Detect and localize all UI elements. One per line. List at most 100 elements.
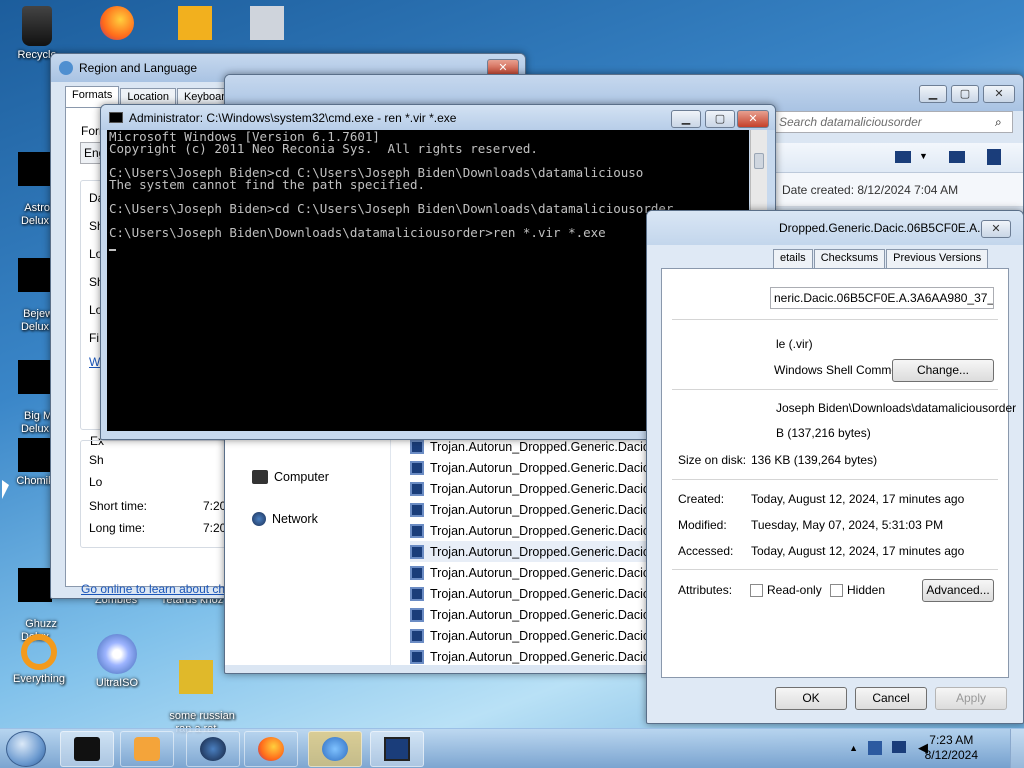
clock[interactable]: 7:23 AM 8/12/2024 — [925, 733, 978, 763]
show-desktop-button[interactable] — [1010, 729, 1024, 768]
tab-checksums[interactable]: Checksums — [813, 249, 886, 268]
file-icon — [410, 523, 424, 538]
file-icon — [410, 502, 424, 517]
file-list-item[interactable]: Trojan.Autorun_Dropped.Generic.Dacic.0 — [410, 562, 660, 583]
tab-previous-versions[interactable]: Previous Versions — [886, 249, 989, 268]
taskbar-firefox-button[interactable] — [244, 731, 298, 767]
size-value: B (137,216 bytes) — [776, 426, 871, 440]
windows-desktop-icon[interactable] — [232, 6, 302, 43]
taskbar-region-button[interactable] — [308, 731, 362, 767]
cancel-button[interactable]: Cancel — [855, 687, 927, 710]
advanced-button[interactable]: Advanced... — [922, 579, 994, 602]
tray-app-icon[interactable] — [868, 741, 882, 755]
recycle-bin-icon-image — [22, 6, 52, 46]
file-list-item[interactable]: Trojan.Autorun_Dropped.Generic.Dacic.0 — [410, 499, 660, 520]
scrollbar-thumb[interactable] — [754, 153, 764, 169]
tray-expand-icon[interactable]: ▲ — [849, 743, 858, 753]
close-button[interactable]: ✕ — [981, 220, 1011, 238]
type-value: le (.vir) — [776, 337, 813, 351]
file-list-item[interactable]: Trojan.Autorun_Dropped.Generic.Dacic.0 — [410, 541, 660, 562]
general-panel: neric.Dacic.06B5CF0E.A.3A6AA980_37_1.vir… — [661, 268, 1016, 678]
filename-field[interactable]: neric.Dacic.06B5CF0E.A.3A6AA980_37_1.vir — [770, 287, 994, 309]
file-name: Trojan.Autorun_Dropped.Generic.Dacic.0 — [430, 502, 660, 517]
network-tray-icon[interactable] — [892, 741, 906, 753]
help-icon[interactable] — [987, 149, 1001, 165]
arrows-desktop-icon[interactable] — [160, 6, 230, 43]
file-list-item[interactable]: Trojan.Autorun_Dropped.Generic.Dacic.0 — [410, 625, 660, 646]
windows-stack-icon — [250, 6, 284, 40]
minimize-button[interactable]: ▁ — [671, 110, 701, 128]
change-button[interactable]: Change... — [892, 359, 994, 382]
nav-item-network[interactable]: Network — [252, 512, 318, 526]
file-list-item[interactable]: Trojan.Autorun_Dropped.Generic.Dacic.0 — [410, 646, 660, 667]
file-name: Trojan.Autorun_Dropped.Generic.Dacic.0 — [430, 628, 660, 643]
close-button[interactable]: ✕ — [983, 85, 1015, 103]
view-icon[interactable] — [895, 151, 911, 163]
properties-title-bar[interactable]: Dropped.Generic.Dacic.06B5CF0E.A.3A... — [647, 211, 1023, 245]
ok-button[interactable]: OK — [775, 687, 847, 710]
clock-time: 7:23 AM — [929, 733, 974, 747]
file-list-item[interactable]: Trojan.Autorun_Dropped.Generic.Dacic.0 — [410, 604, 660, 625]
cmd-icon — [109, 112, 123, 123]
terminal-icon — [74, 737, 100, 761]
long-time-label: Long time: — [89, 521, 146, 535]
file-icon — [410, 460, 424, 475]
maximize-button[interactable]: ▢ — [705, 110, 735, 128]
everything-desktop-icon[interactable]: Everything — [4, 634, 74, 686]
short-time-label: Short time: — [89, 499, 148, 513]
clock-date: 8/12/2024 — [924, 748, 978, 762]
taskbar-network-button[interactable] — [186, 731, 240, 767]
readonly-label: Read-only — [767, 583, 822, 597]
cursor — [109, 249, 116, 251]
readonly-checkbox[interactable]: Read-only — [750, 583, 822, 598]
created-label: Created: — [678, 492, 725, 506]
file-icon — [410, 649, 424, 664]
ultraiso-desktop-icon[interactable]: UltraISO — [82, 634, 152, 690]
hidden-label: Hidden — [847, 583, 886, 597]
maximize-button[interactable]: ▢ — [951, 85, 979, 103]
divider — [672, 569, 998, 570]
search-input[interactable]: Search datamaliciousorder — [775, 111, 1013, 133]
taskbar-explorer-button[interactable] — [370, 731, 424, 767]
file-icon — [410, 544, 424, 559]
taskbar-cmd-button[interactable] — [60, 731, 114, 767]
file-name: Trojan.Autorun_Dropped.Generic.Dacic.0 — [430, 607, 660, 622]
file-list-item[interactable]: Trojan.Autorun_Dropped.Generic.Dacic.0 — [410, 520, 660, 541]
modified-value: Tuesday, May 07, 2024, 5:31:03 PM — [751, 518, 944, 532]
file-list-item[interactable]: Trojan.Autorun_Dropped.Generic.Dacic.0 — [410, 457, 660, 478]
file-name: Trojan.Autorun_Dropped.Generic.Dacic.0 — [430, 481, 660, 496]
hidden-checkbox[interactable]: Hidden — [830, 583, 886, 598]
start-button[interactable] — [6, 731, 46, 767]
game-icon — [18, 568, 52, 602]
preview-pane-icon[interactable] — [949, 151, 965, 163]
firefox-desktop-icon[interactable] — [82, 6, 152, 43]
game-icon — [18, 152, 52, 186]
properties-title: Dropped.Generic.Dacic.06B5CF0E.A.3A... — [779, 221, 1006, 235]
file-list-item[interactable]: Trojan.Autorun_Dropped.Generic.Dacic.0 — [410, 583, 660, 604]
what-notation-link[interactable]: W — [89, 355, 100, 369]
opens-with-value: Windows Shell Commor — [774, 363, 903, 377]
minimize-button[interactable]: ▁ — [919, 85, 947, 103]
go-online-link[interactable]: Go online to learn about ch — [81, 582, 225, 596]
file-icon — [410, 565, 424, 580]
taskbar-media-button[interactable] — [120, 731, 174, 767]
file-icon — [410, 481, 424, 496]
folder-window-icon — [384, 737, 410, 761]
file-name: Trojan.Autorun_Dropped.Generic.Dacic.0 — [430, 649, 660, 664]
nav-item-computer[interactable]: Computer — [252, 470, 329, 484]
search-icon[interactable]: ⌕ — [995, 115, 1002, 130]
globe-clock-icon — [322, 737, 348, 761]
first-day-label: Fi — [89, 331, 99, 345]
computer-icon — [252, 470, 268, 484]
size-on-disk-value: 136 KB (139,264 bytes) — [751, 453, 878, 467]
chevron-down-icon[interactable]: ▼ — [919, 151, 928, 161]
created-value: Today, August 12, 2024, 17 minutes ago — [751, 492, 965, 506]
taskbar: ▲ ◀ 7:23 AM 8/12/2024 — [0, 728, 1024, 768]
apply-button[interactable]: Apply — [935, 687, 1007, 710]
file-list-item[interactable]: Trojan.Autorun_Dropped.Generic.Dacic.0 — [410, 478, 660, 499]
close-button[interactable]: ✕ — [737, 110, 769, 128]
file-name: Trojan.Autorun_Dropped.Generic.Dacic.0 — [430, 460, 660, 475]
divider — [672, 319, 998, 320]
properties-tabs: etails Checksums Previous Versions — [773, 249, 989, 268]
tab-details[interactable]: etails — [773, 249, 813, 268]
